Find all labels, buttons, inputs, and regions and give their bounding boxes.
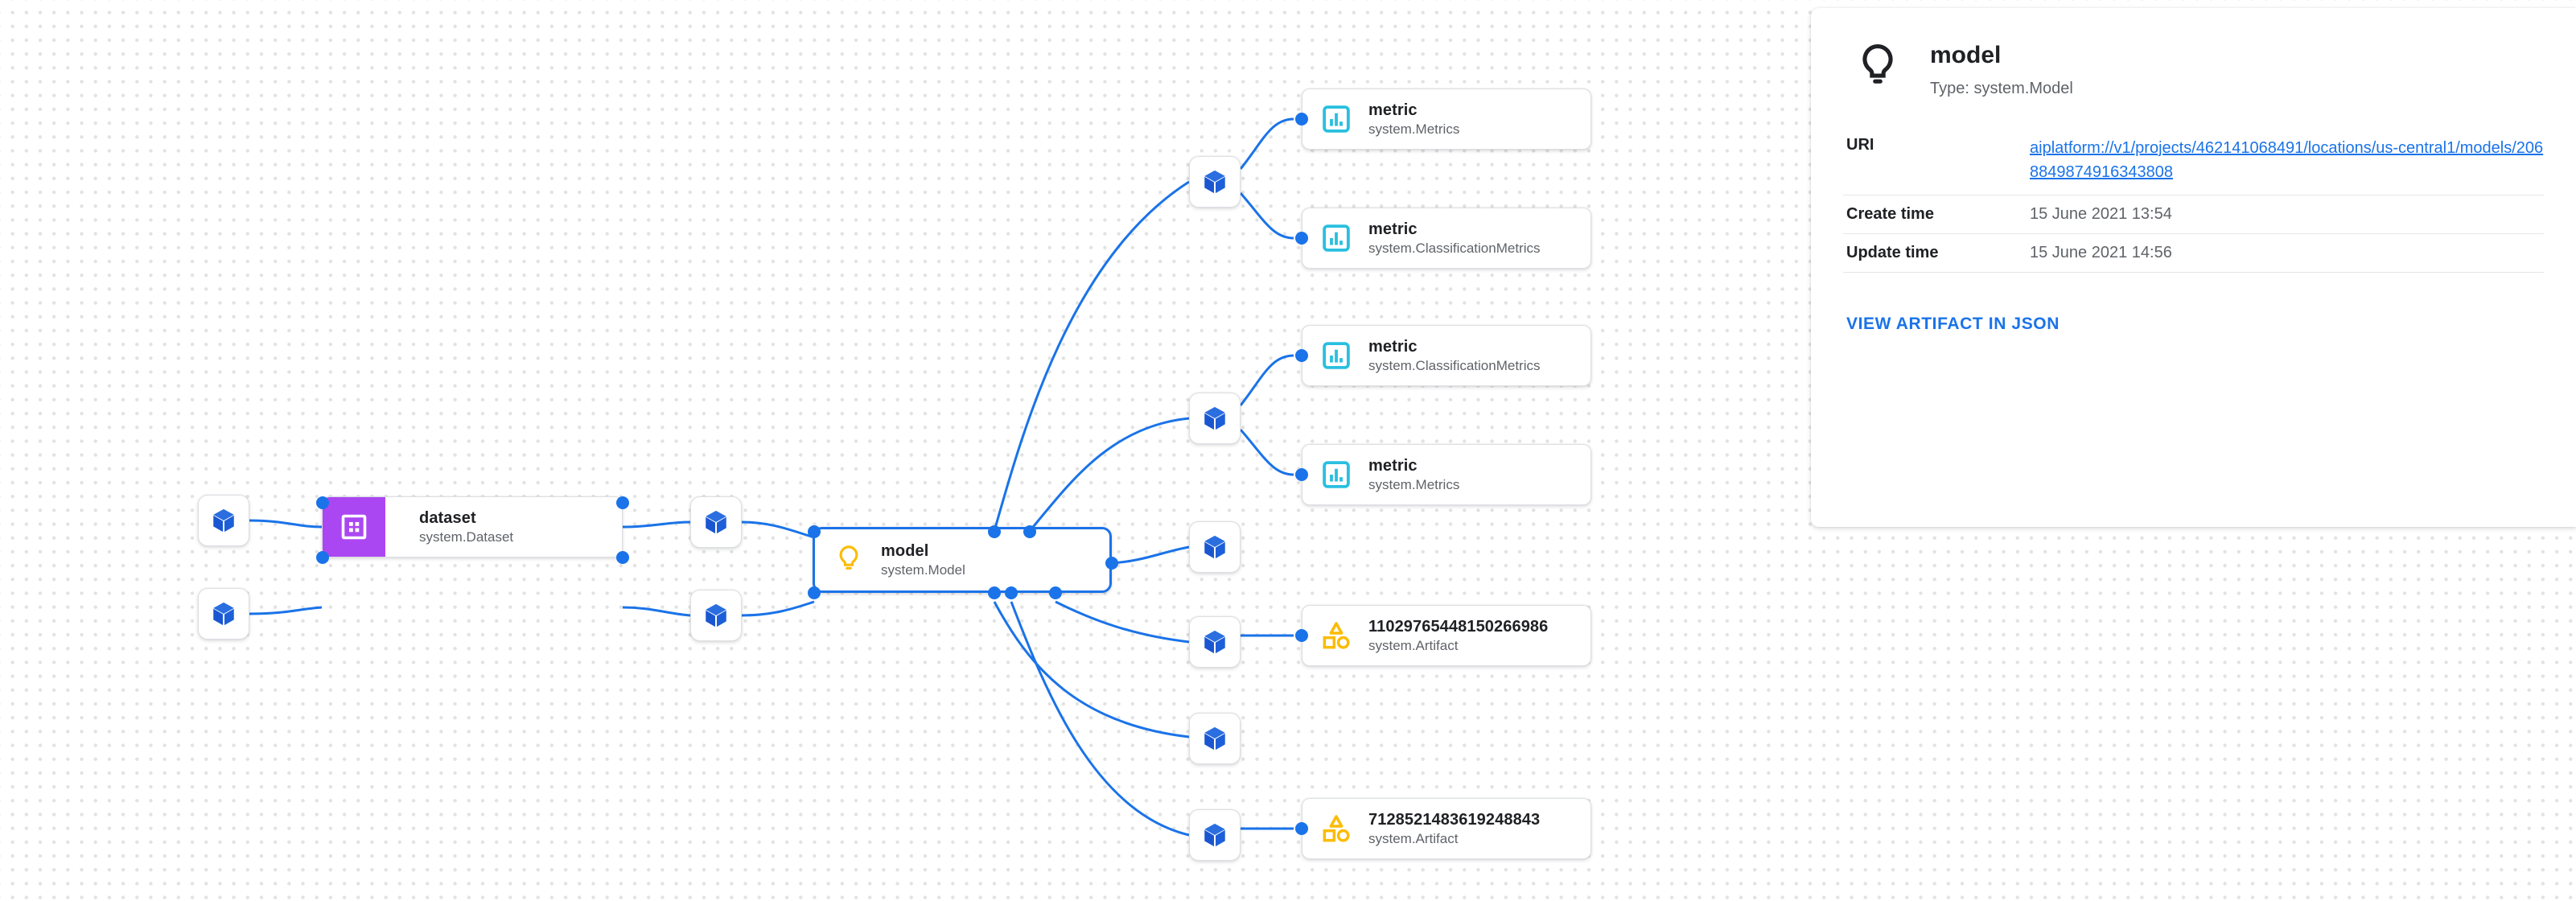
node-title: 7128521483619248843 — [1368, 810, 1541, 829]
artifact-node-model[interactable]: model system.Model — [813, 527, 1112, 593]
metadata-row-uri: URI aiplatform://v1/projects/46214106849… — [1843, 126, 2544, 195]
node-type: system.Artifact — [1368, 831, 1459, 847]
node-type: system.Dataset — [419, 529, 514, 545]
metric-icon-wrap — [1320, 339, 1352, 372]
cube-icon — [1204, 726, 1225, 751]
node-title: metric — [1368, 220, 1418, 238]
node-title: 11029765448150266986 — [1368, 617, 1549, 636]
metric-icon-wrap — [1320, 459, 1352, 491]
metadata-value: 15 June 2021 14:56 — [2030, 233, 2544, 273]
edge-endpoint — [1295, 113, 1308, 125]
cube-icon — [1204, 170, 1225, 194]
metadata-table: URI aiplatform://v1/projects/46214106849… — [1843, 126, 2544, 273]
artifact-node-metric[interactable]: metric system.ClassificationMetrics — [1302, 325, 1591, 386]
node-title: model — [881, 541, 929, 560]
node-type: system.Artifact — [1368, 638, 1459, 654]
execution-node-cube[interactable] — [1189, 809, 1241, 861]
node-title: dataset — [419, 508, 476, 527]
node-type: system.Model — [881, 562, 965, 578]
edge-endpoint — [988, 525, 1001, 538]
execution-node-cube[interactable] — [1189, 713, 1241, 764]
cube-icon — [706, 603, 726, 627]
dataset-icon-swatch — [323, 497, 385, 557]
artifact-node-metric[interactable]: metric system.ClassificationMetrics — [1302, 208, 1591, 269]
cube-icon — [706, 510, 726, 534]
edge-endpoint — [1049, 586, 1062, 599]
panel-header: model Type: system.Model — [1854, 42, 2544, 97]
cube-icon — [213, 508, 234, 533]
metric-bar-icon — [1323, 461, 1350, 488]
execution-node-cube[interactable] — [198, 588, 249, 640]
execution-node-cube[interactable] — [1189, 521, 1241, 573]
edge-endpoint — [988, 586, 1001, 599]
metric-icon-wrap — [1320, 222, 1352, 254]
metric-icon-wrap — [1320, 103, 1352, 135]
model-icon-wrap — [833, 544, 865, 576]
metric-bar-icon — [1323, 342, 1350, 369]
edge-endpoint — [1295, 629, 1308, 642]
execution-node-cube[interactable] — [1189, 156, 1241, 208]
lightbulb-icon — [839, 545, 858, 570]
artifact-detail-panel: model Type: system.Model URI aiplatform:… — [1811, 8, 2576, 527]
metadata-key: URI — [1843, 126, 2030, 195]
metadata-key: Update time — [1843, 233, 2030, 273]
edge-endpoint — [1295, 822, 1308, 835]
execution-node-cube[interactable] — [690, 590, 742, 641]
edge-endpoint — [1023, 525, 1036, 538]
edge-endpoint — [808, 586, 821, 599]
artifact-node-generic[interactable]: 11029765448150266986 system.Artifact — [1302, 605, 1591, 666]
artifact-shapes-icon — [1323, 622, 1350, 649]
edge-endpoint — [1005, 586, 1018, 599]
execution-node-cube[interactable] — [690, 496, 742, 548]
metadata-row-create-time: Create time 15 June 2021 13:54 — [1843, 195, 2544, 234]
node-title: metric — [1368, 337, 1418, 356]
metadata-key: Create time — [1843, 195, 2030, 234]
edge-endpoint — [1295, 232, 1308, 245]
edge-endpoint — [316, 496, 329, 509]
artifact-node-metric[interactable]: metric system.Metrics — [1302, 444, 1591, 505]
node-title: metric — [1368, 456, 1418, 475]
dataset-grid-icon — [341, 514, 367, 540]
artifact-node-dataset[interactable]: dataset system.Dataset — [322, 496, 623, 557]
edge-endpoint — [1295, 468, 1308, 481]
node-type: system.Metrics — [1368, 477, 1460, 493]
metric-bar-icon — [1323, 105, 1350, 133]
node-title: metric — [1368, 101, 1418, 119]
artifact-node-metric[interactable]: metric system.Metrics — [1302, 88, 1591, 150]
artifact-icon-wrap — [1320, 813, 1352, 845]
edge-endpoint — [616, 496, 629, 509]
node-type: system.ClassificationMetrics — [1368, 358, 1541, 374]
panel-type: Type: system.Model — [1930, 80, 2073, 97]
execution-node-cube[interactable] — [198, 495, 249, 546]
artifact-shapes-icon — [1323, 815, 1350, 842]
cube-icon — [1204, 406, 1225, 430]
cube-icon — [1204, 535, 1225, 559]
edge-endpoint — [1295, 349, 1308, 362]
cube-icon — [1204, 630, 1225, 654]
execution-node-cube[interactable] — [1189, 393, 1241, 444]
edge-endpoint — [808, 525, 821, 538]
cube-icon — [213, 602, 234, 626]
edge-endpoint — [316, 551, 329, 564]
metadata-row-update-time: Update time 15 June 2021 14:56 — [1843, 233, 2544, 273]
metric-bar-icon — [1323, 224, 1350, 252]
artifact-icon-wrap — [1320, 619, 1352, 652]
node-type: system.ClassificationMetrics — [1368, 241, 1541, 257]
cube-icon — [1204, 823, 1225, 847]
node-type: system.Metrics — [1368, 121, 1460, 138]
execution-node-cube[interactable] — [1189, 616, 1241, 668]
panel-title: model — [1930, 42, 2002, 68]
uri-link[interactable]: aiplatform://v1/projects/462141068491/lo… — [2030, 136, 2544, 185]
artifact-node-generic[interactable]: 7128521483619248843 system.Artifact — [1302, 798, 1591, 859]
view-artifact-in-json-button[interactable]: VIEW ARTIFACT IN JSON — [1846, 315, 2060, 334]
edge-endpoint — [1105, 557, 1118, 570]
metadata-value: 15 June 2021 13:54 — [2030, 195, 2544, 234]
lightbulb-icon — [1862, 44, 1893, 84]
edge-endpoint — [616, 551, 629, 564]
